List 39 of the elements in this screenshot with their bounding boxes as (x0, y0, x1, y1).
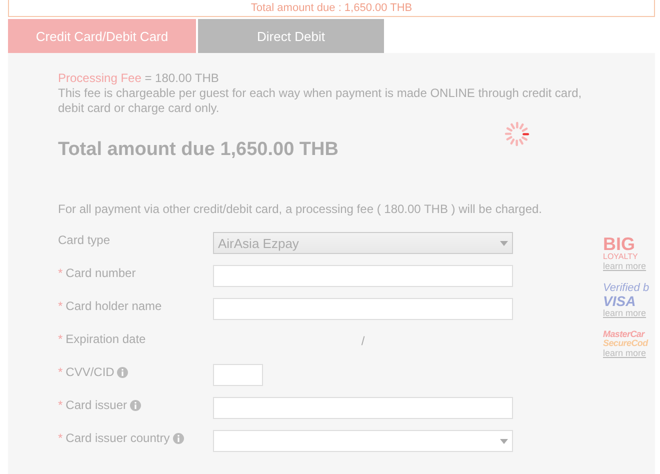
required-mark: * (58, 332, 63, 346)
input-field[interactable] (213, 364, 263, 386)
info-icon[interactable] (130, 400, 142, 410)
required-mark: * (58, 398, 63, 412)
badge-logo-text: BIG (603, 235, 636, 253)
badge-logo-text: VISA (603, 294, 636, 308)
caret-icon (500, 240, 508, 246)
learn-more-link[interactable]: learn more (603, 308, 646, 318)
required-mark: * (58, 266, 63, 280)
badge-logo-text: Verified b (603, 283, 650, 294)
field-label: Card issuer country (66, 431, 170, 445)
loading-spinner-icon (504, 121, 530, 147)
info-icon[interactable] (117, 366, 128, 378)
learn-more-link[interactable]: learn more (603, 261, 646, 271)
caret-icon (500, 438, 508, 444)
info-icon[interactable] (172, 432, 184, 444)
field-label: CVV/CID (66, 365, 114, 379)
input-field[interactable] (213, 298, 513, 320)
learn-more-link[interactable]: learn more (603, 348, 646, 358)
field-label: Card issuer (66, 398, 128, 412)
input-field[interactable] (213, 265, 513, 287)
badge-logo-text: SecureCod (603, 339, 648, 348)
field-label: Card number (66, 266, 136, 280)
badge-logo-text: LOYALTY (603, 253, 638, 261)
fee-notice: For all payment via other credit/debit card, a processing fee ( 180.00 THB ) will be charged. (58, 202, 544, 216)
required-mark: * (58, 299, 63, 313)
input-field[interactable] (213, 397, 513, 419)
badge-logo-text: MasterCar (603, 330, 644, 339)
amount-banner: Total amount due : 1,650.00 THB (8, 0, 655, 17)
field-label: Expiration date (66, 332, 146, 346)
payment-tab[interactable]: Direct Debit (198, 19, 384, 53)
field-label: Card holder name (66, 299, 162, 313)
required-mark: * (58, 431, 63, 445)
required-mark: * (58, 365, 63, 379)
select-field[interactable] (213, 430, 513, 452)
date-separator: / (361, 334, 365, 348)
total-amount: Total amount due 1,650.00 THB (58, 139, 340, 161)
fee-note: Processing Fee = 180.00 THB This fee is chargeable per guest for each way when payment is made ONLINE through credit card, debit card or charge card only. (58, 71, 583, 116)
field-label: Card type (58, 233, 110, 247)
